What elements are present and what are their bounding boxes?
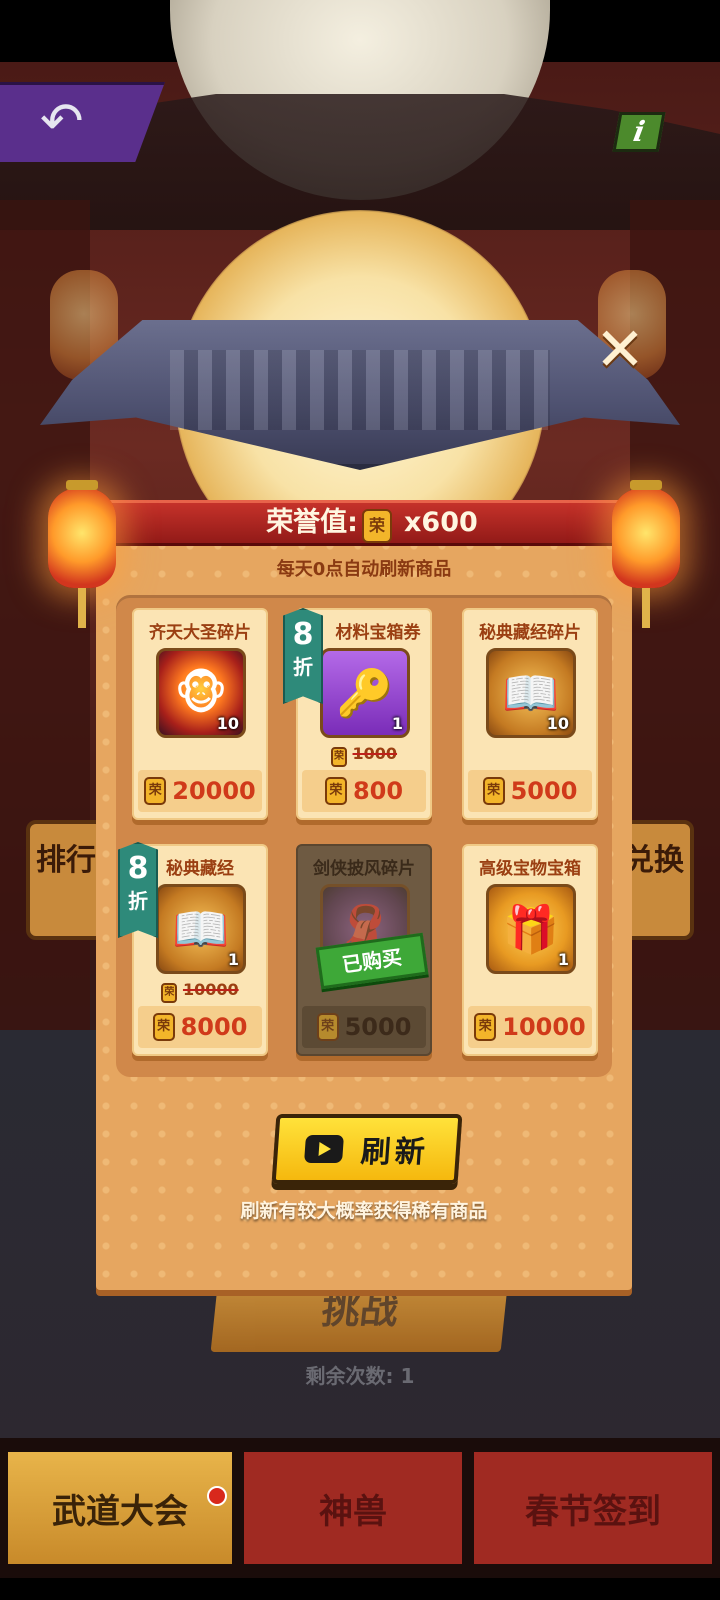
rank-label: 排行: [36, 843, 96, 878]
item-quantity: 1: [227, 950, 239, 969]
honor-coin-icon: 荣: [330, 747, 347, 767]
honor-value: x600: [404, 507, 478, 538]
tab-label: 武道大会: [52, 1492, 188, 1532]
exchange-label: 兑换: [624, 843, 684, 878]
item-price: 20000: [172, 777, 256, 805]
close-button[interactable]: ✕: [590, 320, 650, 380]
price-bar: 荣 10000: [468, 1006, 592, 1048]
tab-label: 春节签到: [525, 1492, 661, 1532]
item-quantity: 1: [557, 950, 569, 969]
discount-badge: 8 折: [118, 842, 158, 938]
tab-divine-beast[interactable]: 神兽: [240, 1448, 466, 1568]
tab-spring-festival-signin[interactable]: 春节签到: [470, 1448, 716, 1568]
refresh-schedule-text: 每天0点自动刷新商品: [276, 559, 452, 580]
item-price: 800: [352, 777, 404, 805]
honor-label: 荣誉值:: [266, 507, 358, 538]
price-bar: 荣 8000: [138, 1006, 262, 1048]
price-bar: 荣 800: [302, 770, 426, 812]
item-price: 8000: [180, 1013, 248, 1041]
price-bar: 荣 5000: [302, 1006, 426, 1048]
item-quantity: 1: [391, 714, 403, 733]
item-quantity: 10: [216, 714, 239, 733]
item-quantity: 10: [546, 714, 569, 733]
roof-tiles: [170, 350, 550, 430]
honor-coin-icon: 荣: [482, 777, 505, 805]
discount-number: 8: [292, 617, 314, 652]
book-icon: 📖 10: [486, 648, 576, 738]
discount-number: 8: [127, 851, 149, 886]
discount-badge: 8 折: [283, 608, 323, 704]
rank-button[interactable]: 排行: [26, 820, 106, 940]
remaining-attempts: 剩余次数: 1: [305, 1364, 415, 1388]
honor-coin-icon: 荣: [161, 983, 178, 1003]
item-name: 齐天大圣碎片: [149, 623, 251, 643]
item-name: 高级宝物宝箱: [479, 859, 581, 879]
tab-martial-tournament[interactable]: 武道大会: [4, 1448, 236, 1568]
item-card[interactable]: 高级宝物宝箱 🎁 1 荣 10000: [462, 844, 598, 1056]
item-price: 10000: [502, 1013, 586, 1041]
item-name: 秘典藏经碎片: [479, 623, 581, 643]
monkey-king-icon: 🐵 10: [156, 648, 246, 738]
price-bar: 荣 5000: [468, 770, 592, 812]
honor-coin-icon: 荣: [324, 777, 347, 805]
video-play-icon: [304, 1135, 344, 1163]
item-price: 5000: [344, 1013, 412, 1041]
book-icon: 📖 1: [156, 884, 246, 974]
honor-coin-icon: 荣: [474, 1013, 497, 1041]
info-button[interactable]: i: [612, 112, 666, 152]
honor-coin-icon: 荣: [362, 509, 392, 543]
original-price-value: 10000: [182, 980, 239, 999]
tab-label: 神兽: [319, 1492, 387, 1532]
refresh-hint: 刷新有较大概率获得稀有商品: [240, 1200, 488, 1222]
refresh-button[interactable]: 刷新: [271, 1114, 463, 1184]
discount-unit: 折: [293, 655, 313, 679]
bottom-edge: [0, 1578, 720, 1600]
honor-coin-icon: 荣: [152, 1013, 175, 1041]
item-name: 材料宝箱券: [335, 623, 421, 643]
original-price: 荣 10000: [134, 980, 266, 1003]
original-price: 荣 1000: [298, 744, 430, 767]
item-card[interactable]: 秘典藏经碎片 📖 10 荣 5000: [462, 608, 598, 820]
chest-icon: 🎁 1: [486, 884, 576, 974]
discount-unit: 折: [128, 889, 148, 913]
original-price-value: 1000: [352, 744, 398, 763]
item-name: 剑侠披风碎片: [313, 859, 415, 879]
challenge-label: 挑战: [319, 1288, 401, 1332]
honor-coin-icon: 荣: [144, 777, 167, 805]
price-bar: 荣 20000: [138, 770, 262, 812]
item-price: 5000: [510, 777, 578, 805]
key-icon: 🔑 1: [320, 648, 410, 738]
back-arrow-icon: ↶: [40, 92, 84, 152]
refresh-label: 刷新: [359, 1135, 430, 1170]
honor-coin-icon: 荣: [316, 1013, 339, 1041]
item-card[interactable]: 齐天大圣碎片 🐵 10 荣 20000: [132, 608, 268, 820]
notification-dot-icon: [207, 1486, 227, 1506]
